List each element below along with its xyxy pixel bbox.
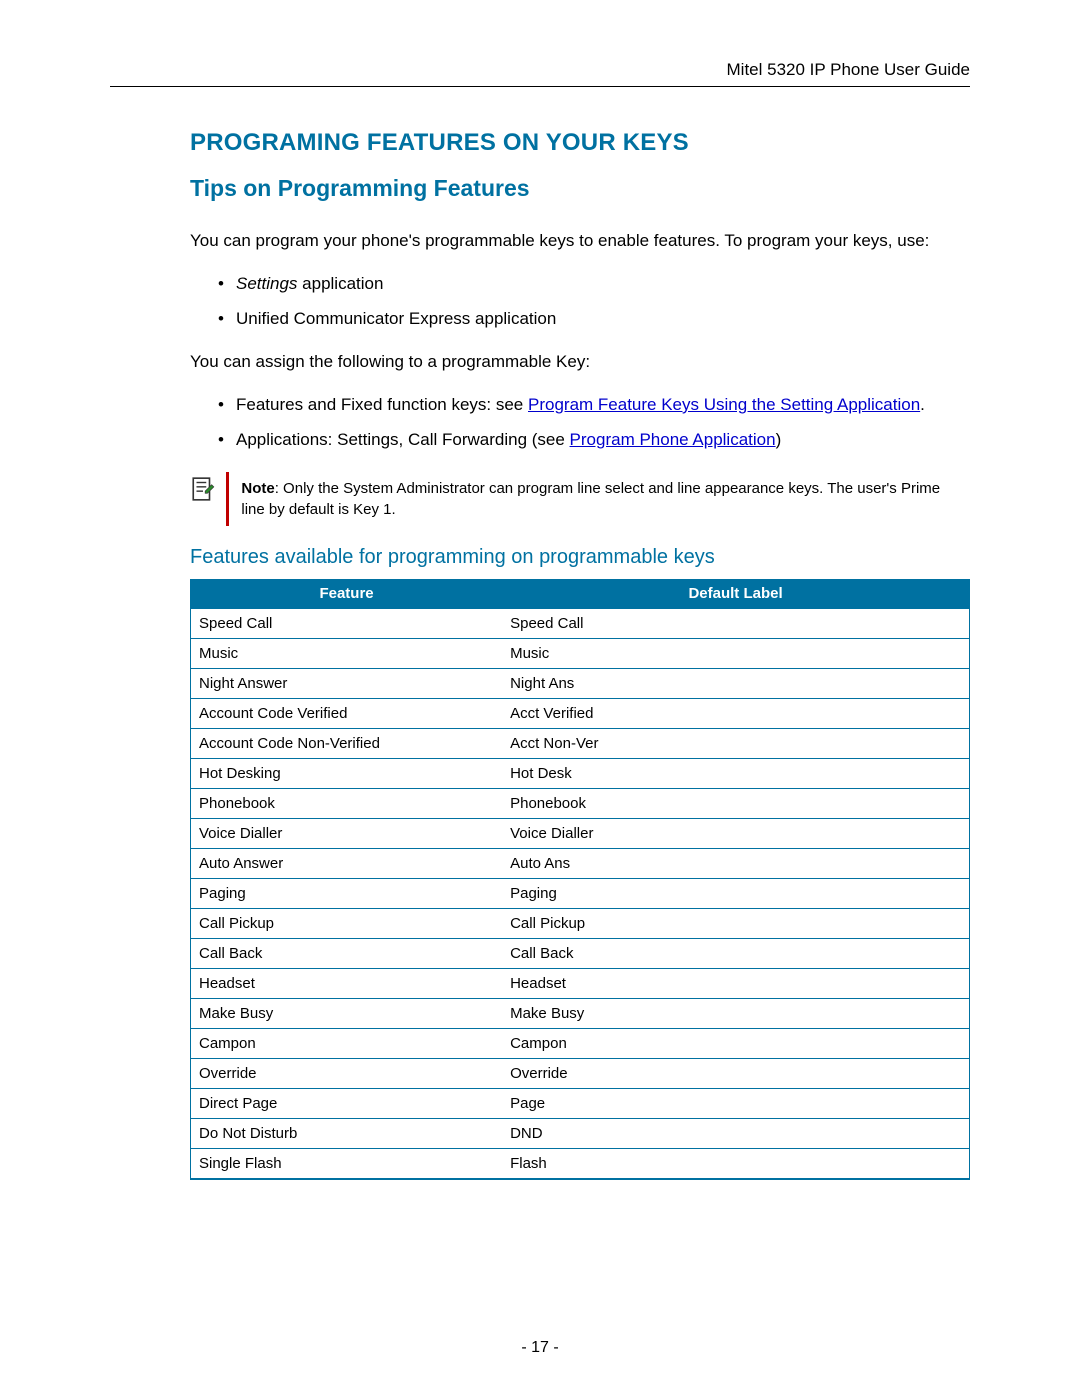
cell-feature: Speed Call <box>191 608 503 638</box>
table-row: Night AnswerNight Ans <box>191 668 970 698</box>
cell-feature: Direct Page <box>191 1088 503 1118</box>
cell-feature: Music <box>191 638 503 668</box>
cell-feature: Campon <box>191 1028 503 1058</box>
page-content: PROGRAMING FEATURES ON YOUR KEYS Tips on… <box>110 129 970 1180</box>
table-row: HeadsetHeadset <box>191 968 970 998</box>
cell-label: Paging <box>502 878 969 908</box>
cell-feature: Account Code Verified <box>191 698 503 728</box>
table-title: Features available for programming on pr… <box>190 546 970 569</box>
note-body: : Only the System Administrator can prog… <box>241 480 940 518</box>
intro-paragraph: You can program your phone's programmabl… <box>190 230 970 253</box>
cell-feature: Single Flash <box>191 1148 503 1179</box>
list-item: Features and Fixed function keys: see Pr… <box>218 388 970 423</box>
cell-label: Auto Ans <box>502 848 969 878</box>
list-item: Settings application <box>218 267 970 302</box>
section-heading: PROGRAMING FEATURES ON YOUR KEYS <box>190 129 970 157</box>
subsection-heading: Tips on Programming Features <box>190 175 970 202</box>
list-item: Applications: Settings, Call Forwarding … <box>218 423 970 458</box>
cell-feature: Paging <box>191 878 503 908</box>
table-row: Do Not DisturbDND <box>191 1118 970 1148</box>
table-row: OverrideOverride <box>191 1058 970 1088</box>
cell-label: Music <box>502 638 969 668</box>
note-label: Note <box>241 480 274 497</box>
cell-label: Override <box>502 1058 969 1088</box>
table-row: Single FlashFlash <box>191 1148 970 1179</box>
cell-label: DND <box>502 1118 969 1148</box>
table-row: Auto AnswerAuto Ans <box>191 848 970 878</box>
list-item-text: application <box>297 274 383 293</box>
list-item-text: Features and Fixed function keys: see <box>236 395 528 414</box>
list-item-text: Applications: Settings, Call Forwarding … <box>236 430 570 449</box>
cell-label: Hot Desk <box>502 758 969 788</box>
table-header-row: Feature Default Label <box>191 579 970 609</box>
cell-label: Voice Dialler <box>502 818 969 848</box>
cell-label: Page <box>502 1088 969 1118</box>
bullet-list: Settings application Unified Communicato… <box>190 267 970 337</box>
note-text: Note: Only the System Administrator can … <box>241 472 970 526</box>
cell-label: Speed Call <box>502 608 969 638</box>
cell-feature: Call Pickup <box>191 908 503 938</box>
list-item-text: . <box>920 395 925 414</box>
table-row: Account Code VerifiedAcct Verified <box>191 698 970 728</box>
table-row: Voice DiallerVoice Dialler <box>191 818 970 848</box>
table-row: PhonebookPhonebook <box>191 788 970 818</box>
table-row: Account Code Non-VerifiedAcct Non-Ver <box>191 728 970 758</box>
table-row: CamponCampon <box>191 1028 970 1058</box>
cell-feature: Voice Dialler <box>191 818 503 848</box>
note-bar <box>226 472 229 526</box>
table-header-feature: Feature <box>191 579 503 609</box>
document-page: Mitel 5320 IP Phone User Guide PROGRAMIN… <box>0 0 1080 1397</box>
bullet-list: Features and Fixed function keys: see Pr… <box>190 388 970 458</box>
cell-feature: Do Not Disturb <box>191 1118 503 1148</box>
cell-label: Campon <box>502 1028 969 1058</box>
cell-label: Night Ans <box>502 668 969 698</box>
link-program-phone-application[interactable]: Program Phone Application <box>570 430 776 449</box>
cell-label: Acct Verified <box>502 698 969 728</box>
doc-title: Mitel 5320 IP Phone User Guide <box>727 60 971 79</box>
settings-italic: Settings <box>236 274 297 293</box>
list-item: Unified Communicator Express application <box>218 302 970 337</box>
table-row: Make BusyMake Busy <box>191 998 970 1028</box>
table-row: Direct PagePage <box>191 1088 970 1118</box>
cell-feature: Call Back <box>191 938 503 968</box>
assign-paragraph: You can assign the following to a progra… <box>190 351 970 374</box>
cell-feature: Override <box>191 1058 503 1088</box>
page-header: Mitel 5320 IP Phone User Guide <box>110 60 970 87</box>
table-header-label: Default Label <box>502 579 969 609</box>
cell-feature: Hot Desking <box>191 758 503 788</box>
table-row: Speed CallSpeed Call <box>191 608 970 638</box>
table-row: Hot DeskingHot Desk <box>191 758 970 788</box>
cell-feature: Night Answer <box>191 668 503 698</box>
link-program-feature-keys[interactable]: Program Feature Keys Using the Setting A… <box>528 395 920 414</box>
features-table: Feature Default Label Speed CallSpeed Ca… <box>190 579 970 1180</box>
cell-feature: Make Busy <box>191 998 503 1028</box>
cell-label: Acct Non-Ver <box>502 728 969 758</box>
table-row: PagingPaging <box>191 878 970 908</box>
cell-label: Make Busy <box>502 998 969 1028</box>
page-number: - 17 - <box>0 1339 1080 1357</box>
note-callout: Note: Only the System Administrator can … <box>190 472 970 526</box>
table-row: MusicMusic <box>191 638 970 668</box>
cell-label: Phonebook <box>502 788 969 818</box>
table-row: Call PickupCall Pickup <box>191 908 970 938</box>
cell-feature: Phonebook <box>191 788 503 818</box>
table-row: Call BackCall Back <box>191 938 970 968</box>
cell-label: Call Back <box>502 938 969 968</box>
cell-feature: Auto Answer <box>191 848 503 878</box>
cell-label: Flash <box>502 1148 969 1179</box>
cell-feature: Headset <box>191 968 503 998</box>
cell-label: Call Pickup <box>502 908 969 938</box>
list-item-text: ) <box>776 430 782 449</box>
note-icon <box>190 476 216 502</box>
cell-label: Headset <box>502 968 969 998</box>
cell-feature: Account Code Non-Verified <box>191 728 503 758</box>
